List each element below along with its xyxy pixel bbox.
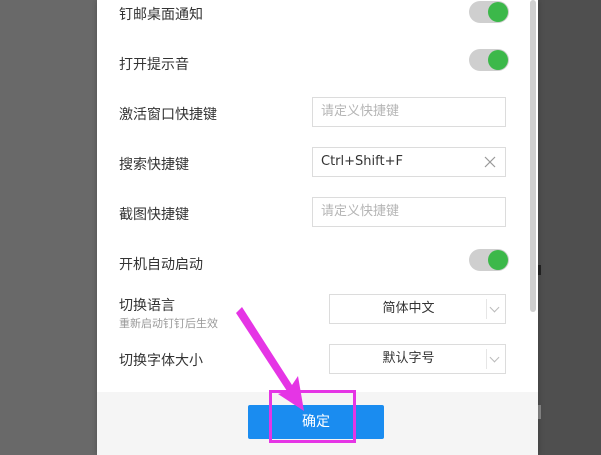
toggle-knob: [488, 250, 508, 270]
search-shortcut-value: Ctrl+Shift+F: [321, 154, 403, 169]
background-detail: [538, 265, 541, 275]
activate-shortcut-input[interactable]: 请定义快捷键: [312, 97, 506, 127]
chevron-down-icon: [486, 299, 505, 319]
search-shortcut-input[interactable]: Ctrl+Shift+F: [312, 147, 506, 177]
toggle-knob: [488, 50, 508, 70]
screenshot-shortcut-placeholder: 请定义快捷键: [321, 204, 400, 219]
background-window: [538, 0, 601, 455]
mail-notification-toggle[interactable]: [469, 1, 509, 23]
screen: 钉邮桌面通知 打开提示音 激活窗口快捷键 请定义快捷键 搜索快捷键 Ctrl+S…: [0, 0, 601, 455]
auto-start-toggle[interactable]: [469, 249, 509, 271]
confirm-button[interactable]: 确定: [248, 405, 384, 439]
setting-label-sound: 打开提示音: [119, 57, 189, 73]
setting-label-mail-notification: 钉邮桌面通知: [119, 7, 203, 23]
screenshot-shortcut-input[interactable]: 请定义快捷键: [312, 197, 506, 227]
setting-label-language: 切换语言: [119, 298, 175, 314]
toggle-knob: [488, 2, 508, 22]
font-size-select[interactable]: 默认字号: [329, 344, 506, 374]
language-select[interactable]: 简体中文: [329, 294, 506, 324]
activate-shortcut-placeholder: 请定义快捷键: [321, 104, 400, 119]
sound-toggle[interactable]: [469, 49, 509, 71]
font-size-selected-value: 默认字号: [382, 351, 435, 366]
setting-label-search-shortcut: 搜索快捷键: [119, 157, 189, 173]
chevron-down-icon: [486, 349, 505, 369]
setting-label-activate-shortcut: 激活窗口快捷键: [119, 107, 217, 123]
close-icon[interactable]: [483, 155, 497, 169]
language-selected-value: 简体中文: [382, 301, 435, 316]
language-restart-hint: 重新启动钉钉后生效: [119, 317, 218, 330]
setting-label-font-size: 切换字体大小: [119, 353, 203, 369]
setting-label-screenshot-shortcut: 截图快捷键: [119, 207, 189, 223]
setting-label-auto-start: 开机自动启动: [119, 257, 203, 273]
scrollbar-thumb[interactable]: [530, 0, 536, 312]
